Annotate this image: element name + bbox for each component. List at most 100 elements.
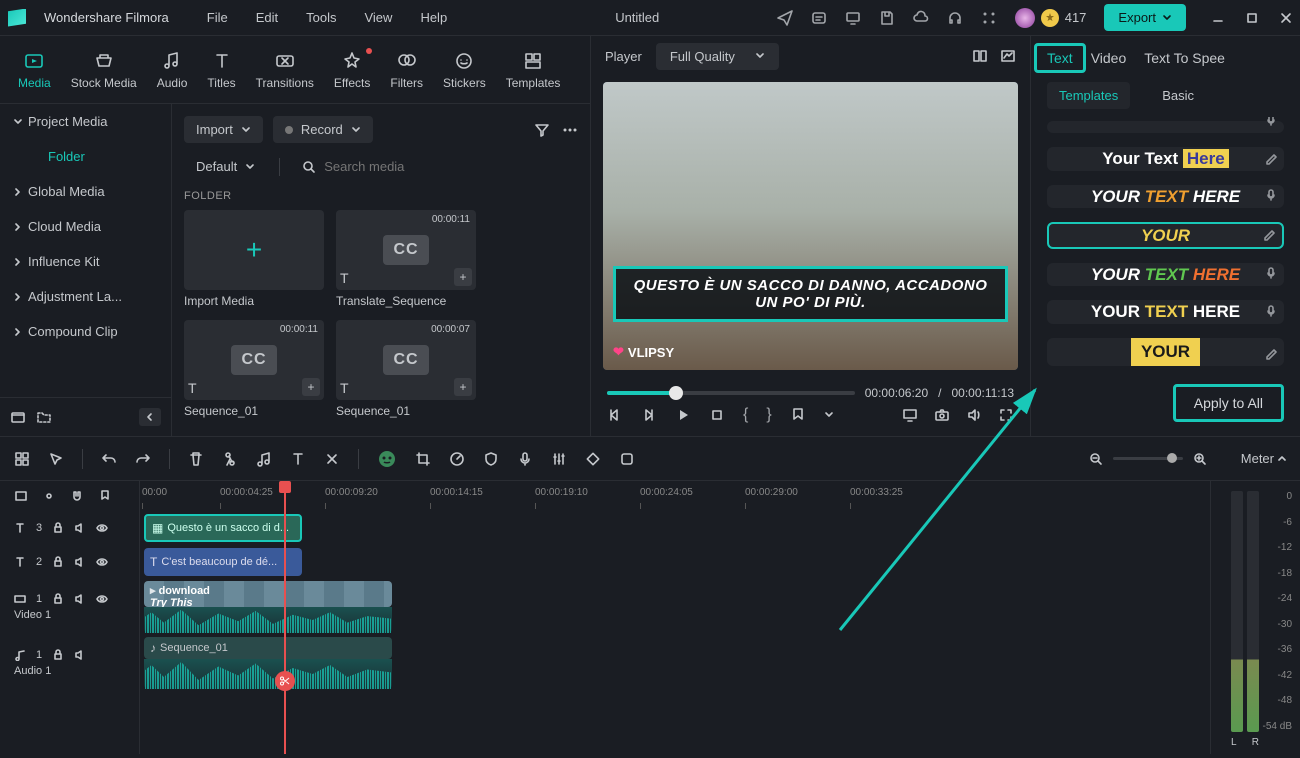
apply-to-all-button[interactable]: Apply to All: [1173, 384, 1284, 422]
search-box[interactable]: [292, 153, 578, 180]
eye-icon[interactable]: [96, 522, 108, 534]
new-bin-icon[interactable]: [10, 409, 26, 425]
lib-tab-audio[interactable]: Audio: [157, 50, 188, 90]
sidebar-project-media[interactable]: Project Media: [0, 104, 171, 139]
headphones-icon[interactable]: [947, 10, 963, 26]
speed-icon[interactable]: [449, 451, 465, 467]
audio-clip[interactable]: ♪Sequence_01: [144, 637, 392, 659]
scopes-icon[interactable]: [1000, 48, 1016, 64]
scrub-thumb-icon[interactable]: [669, 386, 683, 400]
subtab-basic[interactable]: Basic: [1150, 82, 1206, 109]
redo-icon[interactable]: [135, 451, 151, 467]
prev-frame-icon[interactable]: [607, 407, 623, 423]
lock-icon[interactable]: [52, 522, 64, 534]
quality-select[interactable]: Full Quality: [656, 43, 779, 70]
eye-icon[interactable]: [96, 593, 108, 605]
apps-icon[interactable]: [981, 10, 997, 26]
media-item[interactable]: 00:00:11CCT+ Sequence_01: [184, 320, 324, 418]
keyframe-icon[interactable]: [585, 451, 601, 467]
shield-icon[interactable]: [483, 451, 499, 467]
add-to-timeline-button[interactable]: +: [454, 268, 472, 286]
ruler[interactable]: 00:00 00:00:04:25 00:00:09:20 00:00:14:1…: [140, 481, 1210, 511]
chevron-down-icon[interactable]: [824, 410, 834, 420]
grid-icon[interactable]: [14, 451, 30, 467]
lib-tab-media[interactable]: Media: [18, 50, 51, 90]
menu-view[interactable]: View: [364, 10, 392, 25]
delete-icon[interactable]: [188, 451, 204, 467]
inspector-tab-video[interactable]: Video: [1091, 50, 1127, 66]
zoom-in-icon[interactable]: [1193, 452, 1207, 466]
template-card[interactable]: YOUR TEXT HERE: [1047, 185, 1284, 209]
search-input[interactable]: [324, 159, 568, 174]
record-button[interactable]: Record: [273, 116, 373, 143]
menu-edit[interactable]: Edit: [256, 10, 278, 25]
zoom-out-icon[interactable]: [1089, 452, 1103, 466]
lib-tab-transitions[interactable]: Transitions: [256, 50, 314, 90]
lock-icon[interactable]: [52, 649, 64, 661]
new-folder-icon[interactable]: [36, 409, 52, 425]
preview-video[interactable]: QUESTO È UN SACCO DI DANNO, ACCADONO UN …: [603, 82, 1018, 370]
export-button[interactable]: Export: [1104, 4, 1186, 31]
sidebar-adjustment-layer[interactable]: Adjustment La...: [0, 279, 171, 314]
select-tool-icon[interactable]: [48, 451, 64, 467]
maximize-icon[interactable]: [1246, 12, 1258, 24]
split-icon[interactable]: [222, 451, 238, 467]
add-to-timeline-button[interactable]: +: [302, 378, 320, 396]
text-tool-icon[interactable]: [290, 451, 306, 467]
magnet-icon[interactable]: [70, 489, 84, 503]
template-card[interactable]: YOUR TEXT HERE: [1047, 263, 1284, 287]
stop-icon[interactable]: [709, 407, 725, 423]
compare-view-icon[interactable]: [972, 48, 988, 64]
cloud-icon[interactable]: [913, 10, 929, 26]
lock-icon[interactable]: [52, 593, 64, 605]
subtitle-clip[interactable]: ▦Questo è un sacco di d...: [144, 514, 302, 542]
media-item[interactable]: 00:00:11CCT+ Translate_Sequence: [336, 210, 476, 308]
lib-tab-stock[interactable]: Stock Media: [71, 50, 137, 90]
more-icon[interactable]: [562, 122, 578, 138]
play-icon[interactable]: [675, 407, 691, 423]
coin-badge[interactable]: 417: [1015, 8, 1087, 28]
mute-icon[interactable]: [74, 593, 86, 605]
save-icon[interactable]: [879, 10, 895, 26]
razor-icon[interactable]: [275, 671, 295, 691]
fullscreen-icon[interactable]: [998, 407, 1014, 423]
sidebar-influence-kit[interactable]: Influence Kit: [0, 244, 171, 279]
video-clip[interactable]: ▸ downloadTry This: [144, 581, 392, 607]
minimize-icon[interactable]: [1212, 12, 1224, 24]
subtab-templates[interactable]: Templates: [1047, 82, 1130, 109]
track-head-v1[interactable]: 1Video 1: [0, 579, 139, 635]
template-card[interactable]: [1047, 121, 1284, 133]
track-head-a1[interactable]: 1Audio 1: [0, 635, 139, 691]
import-button[interactable]: Import: [184, 116, 263, 143]
eye-icon[interactable]: [96, 556, 108, 568]
template-card[interactable]: YOUR TEXT HERE: [1047, 300, 1284, 324]
template-card[interactable]: Your Text Here: [1047, 147, 1284, 171]
zoom-slider[interactable]: [1113, 457, 1183, 460]
more-tools-icon[interactable]: [324, 451, 340, 467]
menu-help[interactable]: Help: [420, 10, 447, 25]
volume-icon[interactable]: [966, 407, 982, 423]
lib-tab-stickers[interactable]: Stickers: [443, 50, 486, 90]
voiceover-icon[interactable]: [517, 451, 533, 467]
render-icon[interactable]: [619, 451, 635, 467]
sidebar-cloud-media[interactable]: Cloud Media: [0, 209, 171, 244]
undo-icon[interactable]: [101, 451, 117, 467]
sidebar-folder[interactable]: Folder: [0, 139, 171, 174]
audio-mixer-icon[interactable]: [551, 451, 567, 467]
template-card-selected[interactable]: YOUR: [1047, 222, 1284, 248]
screen-icon[interactable]: [845, 10, 861, 26]
lib-tab-templates[interactable]: Templates: [506, 50, 561, 90]
lib-tab-effects[interactable]: Effects: [334, 50, 370, 90]
timeline-view-icon[interactable]: [14, 489, 28, 503]
music-icon[interactable]: [256, 451, 272, 467]
mark-out-icon[interactable]: }: [766, 406, 771, 424]
media-item[interactable]: 00:00:07CCT+ Sequence_01: [336, 320, 476, 418]
snapshot-icon[interactable]: [934, 407, 950, 423]
link-icon[interactable]: [42, 489, 56, 503]
filter-icon[interactable]: [534, 122, 550, 138]
track-head-t2[interactable]: 2: [0, 545, 139, 579]
ai-icon[interactable]: [377, 449, 397, 469]
collapse-sidebar-button[interactable]: [139, 408, 161, 426]
meter-toggle[interactable]: Meter: [1241, 451, 1286, 466]
menu-tools[interactable]: Tools: [306, 10, 336, 25]
